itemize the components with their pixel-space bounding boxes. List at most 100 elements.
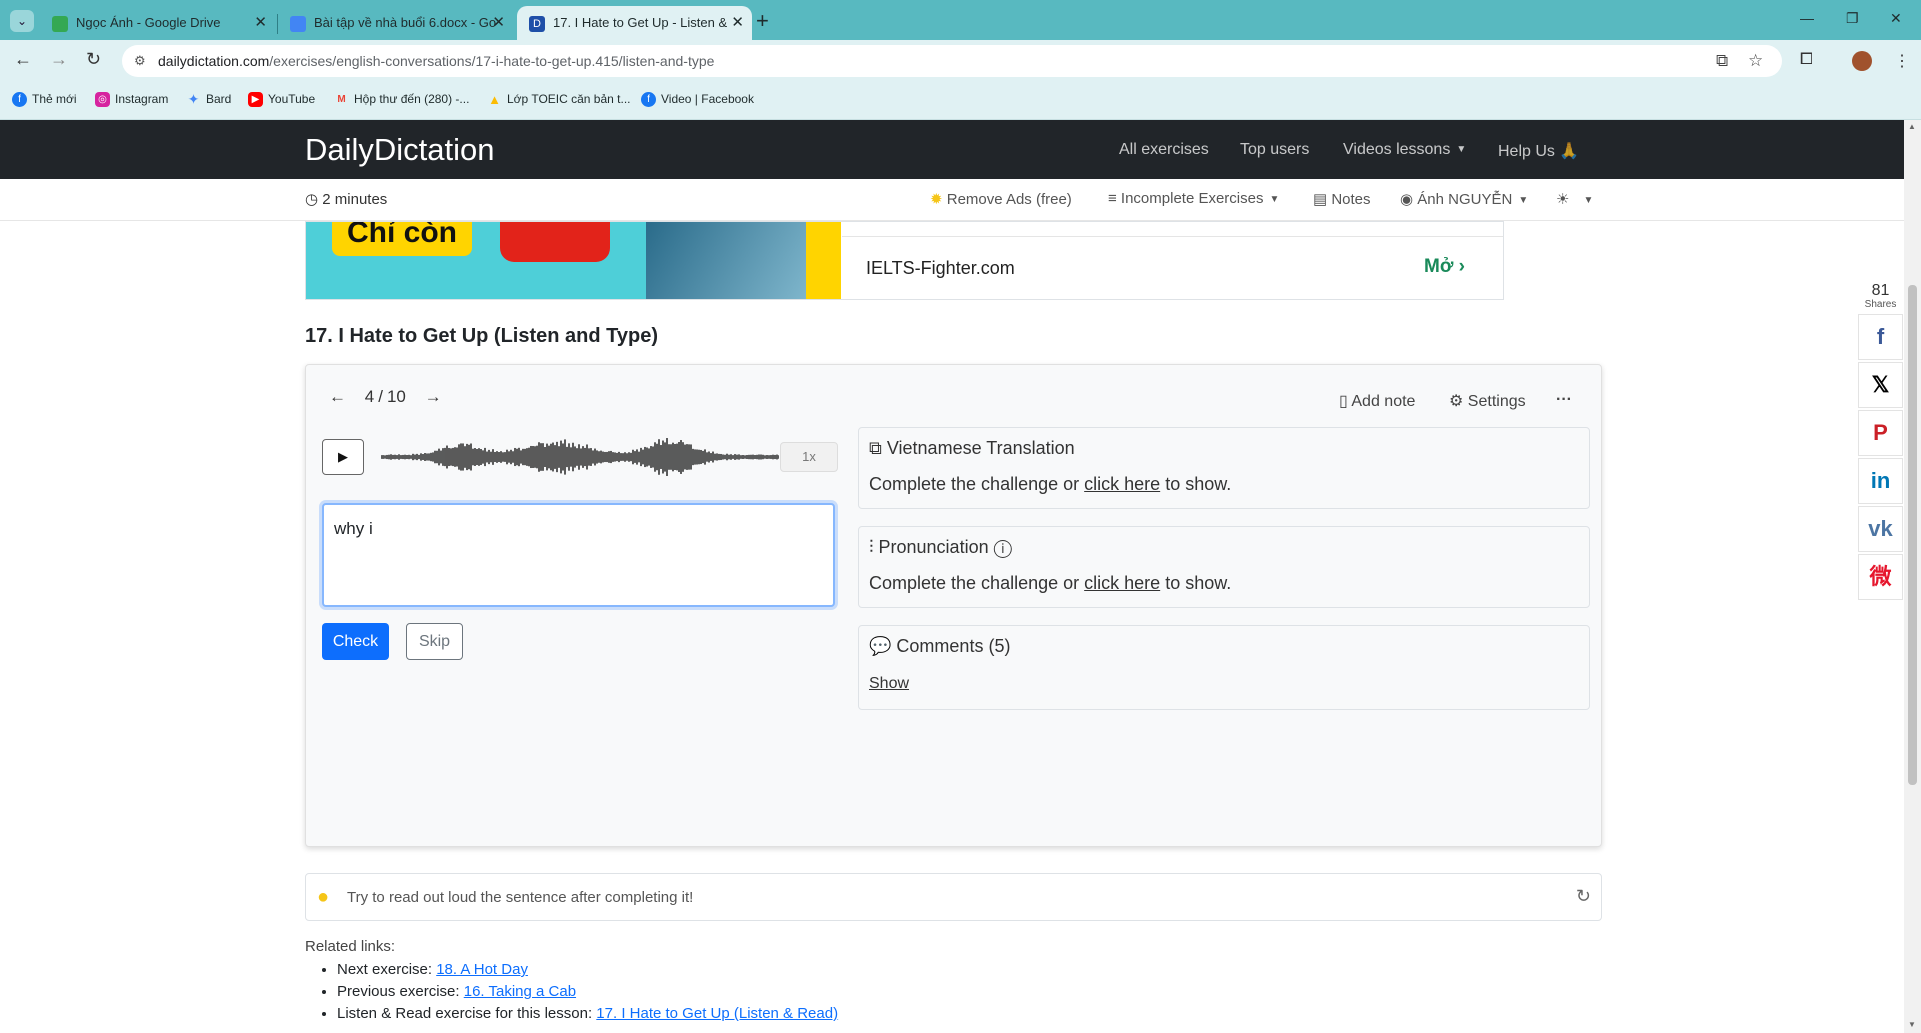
- bookmark-video-facebook[interactable]: f Video | Facebook: [641, 92, 754, 107]
- window-close-icon[interactable]: ✕: [1890, 10, 1902, 27]
- forward-icon[interactable]: →: [50, 49, 68, 70]
- weibo-share-icon[interactable]: 微: [1858, 554, 1903, 600]
- note-icon: ▯: [1339, 393, 1352, 410]
- total-count: 10: [386, 387, 406, 406]
- bookmark-star-icon[interactable]: ☆: [1748, 51, 1763, 71]
- translation-show-link[interactable]: click here: [1084, 474, 1160, 494]
- previous-exercise-link[interactable]: 16. Taking a Cab: [464, 983, 576, 1000]
- listen-read-link[interactable]: 17. I Hate to Get Up (Listen & Read): [596, 1005, 838, 1022]
- skip-button[interactable]: Skip: [406, 623, 463, 660]
- play-icon: ▶: [338, 449, 348, 464]
- check-button[interactable]: Check: [322, 623, 389, 660]
- settings-button[interactable]: ⚙ Settings: [1449, 391, 1526, 411]
- pronunciation-panel: ⫶ Pronunciation ⓘ Complete the challenge…: [858, 526, 1590, 608]
- notes-link[interactable]: ▤ Notes: [1313, 190, 1371, 208]
- chevron-right-icon: ›: [1458, 256, 1465, 277]
- close-icon[interactable]: ✕: [492, 6, 505, 40]
- pronunciation-body: Complete the challenge or click here to …: [869, 573, 1232, 593]
- x-share-icon[interactable]: 𝕏: [1858, 362, 1903, 408]
- address-bar-row: ← → ↻ ⚙ dailydictation.com/exercises/eng…: [0, 40, 1921, 82]
- bookmark-gmail[interactable]: M Hộp thư đến (280) -...: [334, 92, 469, 106]
- incomplete-exercises-menu[interactable]: ≡ Incomplete Exercises ▼: [1108, 190, 1279, 207]
- remove-ads-link[interactable]: ✹ Remove Ads (free): [930, 190, 1072, 208]
- bookmarks-bar: f Thẻ mới ◎ Instagram ✦ Bard ▶ YouTube M Hộp …: [0, 82, 1921, 120]
- bookmark-youtube[interactable]: ▶ YouTube: [248, 92, 315, 107]
- playback-speed-button[interactable]: 1x: [780, 442, 838, 472]
- restore-icon[interactable]: ❐: [1846, 10, 1859, 27]
- bookmark-bard[interactable]: ✦ Bard: [186, 91, 232, 107]
- linkedin-share-icon[interactable]: in: [1858, 458, 1903, 504]
- previous-arrow-icon[interactable]: ←: [329, 387, 346, 406]
- ad-banner[interactable]: Chỉ còn IELTS-Fighter.com Mở ›: [305, 221, 1504, 300]
- ad-red-shape: [500, 222, 610, 262]
- notes-icon: ▤: [1313, 191, 1332, 208]
- tip-box: ● Try to read out loud the sentence afte…: [305, 873, 1602, 921]
- user-menu[interactable]: ◉ Ánh NGUYỄN ▼: [1400, 190, 1528, 208]
- caret-down-icon: ▼: [1518, 194, 1529, 206]
- bookmark-instagram[interactable]: ◎ Instagram: [95, 92, 168, 107]
- url-field[interactable]: ⚙ dailydictation.com/exercises/english-c…: [122, 45, 1782, 77]
- pronunciation-show-link[interactable]: click here: [1084, 573, 1160, 593]
- facebook-share-icon[interactable]: f: [1858, 314, 1903, 360]
- translate-icon[interactable]: ⧉: [1716, 51, 1728, 71]
- related-links: Related links: Next exercise: 18. A Hot …: [305, 938, 838, 1027]
- next-arrow-icon[interactable]: →: [425, 387, 442, 406]
- related-heading: Related links:: [305, 938, 396, 955]
- google-drive-icon: [52, 16, 68, 32]
- translation-body: Complete the challenge or click here to …: [869, 474, 1232, 494]
- scroll-up-icon[interactable]: ▲: [1908, 122, 1916, 131]
- play-button[interactable]: ▶: [322, 439, 364, 475]
- add-note-button[interactable]: ▯ Add note: [1339, 391, 1415, 411]
- bookmark-toeic[interactable]: ▲ Lớp TOEIC căn bản t...: [487, 92, 630, 107]
- nav-top-users[interactable]: Top users: [1240, 141, 1309, 159]
- browser-menu-icon[interactable]: ⋮: [1894, 51, 1910, 71]
- ad-book-spine: [806, 222, 841, 299]
- more-options-icon[interactable]: ···: [1556, 391, 1572, 409]
- back-icon[interactable]: ←: [14, 49, 32, 70]
- profile-avatar[interactable]: [1852, 51, 1872, 71]
- new-tab-button[interactable]: +: [756, 8, 769, 34]
- theme-toggle[interactable]: ☀ ▼: [1556, 190, 1593, 208]
- answer-input[interactable]: why i: [322, 503, 835, 607]
- tab-search-button[interactable]: ⌄: [10, 10, 34, 32]
- url-text: dailydictation.com/exercises/english-con…: [158, 53, 715, 69]
- vk-share-icon[interactable]: vk: [1858, 506, 1903, 552]
- audio-waveform[interactable]: [381, 433, 779, 481]
- exercise-pager: ← 4/10 →: [329, 387, 456, 407]
- timer: ◷ 2 minutes: [305, 191, 388, 208]
- google-drive-icon: ▲: [488, 92, 501, 107]
- bard-icon: ✦: [187, 91, 200, 107]
- minimize-icon[interactable]: —: [1800, 10, 1814, 26]
- ad-open-button[interactable]: Mở ›: [1424, 256, 1465, 278]
- google-docs-icon: [290, 16, 306, 32]
- sun-icon: ✹: [930, 191, 947, 208]
- close-icon[interactable]: ✕: [731, 6, 744, 40]
- pinterest-share-icon[interactable]: P: [1858, 410, 1903, 456]
- nav-all-exercises[interactable]: All exercises: [1119, 141, 1209, 159]
- tab-dailydictation[interactable]: D 17. I Hate to Get Up - Listen & ✕: [517, 6, 752, 40]
- bookmark-new-tab[interactable]: f Thẻ mới: [12, 92, 77, 107]
- next-exercise-link[interactable]: 18. A Hot Day: [436, 961, 528, 978]
- caret-down-icon: ▼: [1583, 194, 1594, 206]
- info-icon[interactable]: ⓘ: [994, 537, 1012, 557]
- page-scrollbar[interactable]: ▲ ▼: [1904, 120, 1921, 1033]
- reload-icon[interactable]: ↻: [86, 49, 101, 70]
- site-info-icon[interactable]: ⚙: [134, 53, 146, 69]
- nav-video-lessons[interactable]: Videos lessons ▼: [1343, 141, 1466, 159]
- site-brand[interactable]: DailyDictation: [305, 132, 495, 168]
- tab-google-drive[interactable]: Ngọc Ánh - Google Drive ✕: [40, 6, 275, 40]
- extensions-icon[interactable]: ⧠: [1800, 51, 1813, 69]
- tab-google-docs[interactable]: Bài tập về nhà buổi 6.docx - Go ✕: [278, 6, 513, 40]
- comments-show-link[interactable]: Show: [869, 675, 909, 693]
- lightbulb-icon: ●: [317, 886, 330, 908]
- scroll-down-icon[interactable]: ▼: [1908, 1020, 1916, 1029]
- exercise-title: 17. I Hate to Get Up (Listen and Type): [305, 325, 659, 347]
- site-subbar: ◷ 2 minutes ✹ Remove Ads (free) ≡ Incomp…: [0, 179, 1904, 221]
- refresh-icon[interactable]: ↻: [1576, 886, 1591, 907]
- sun-icon: ☀: [1556, 191, 1570, 208]
- share-sidebar: 81 Shares f 𝕏 P in vk 微: [1858, 283, 1903, 600]
- scrollbar-thumb[interactable]: [1908, 285, 1917, 785]
- nav-help-us[interactable]: Help Us 🙏: [1498, 141, 1579, 161]
- youtube-icon: ▶: [248, 92, 263, 107]
- close-icon[interactable]: ✕: [254, 6, 267, 40]
